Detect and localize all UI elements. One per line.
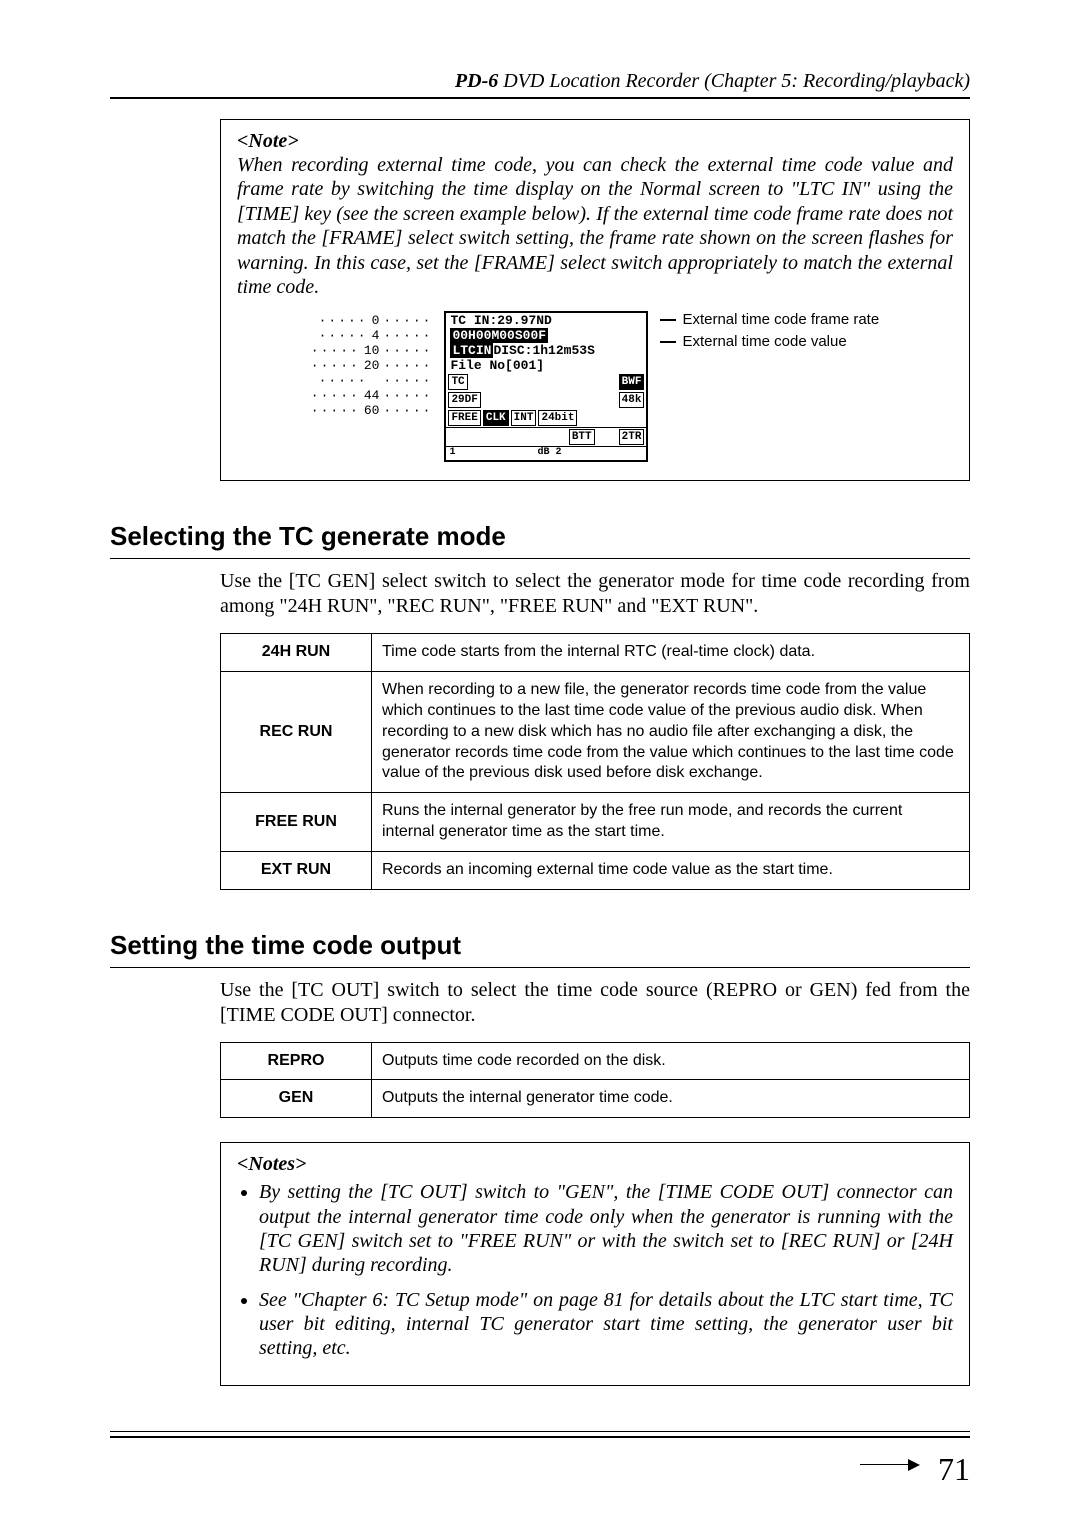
lcd-chip-btt: BTT bbox=[569, 429, 595, 445]
lcd-chip-24bit: 24bit bbox=[538, 410, 577, 426]
page: PD-6 DVD Location Recorder (Chapter 5: R… bbox=[0, 0, 1080, 1528]
table-row: FREE RUNRuns the internal generator by t… bbox=[221, 793, 970, 852]
lcd-chip-29df: 29DF bbox=[448, 392, 480, 408]
footer-arrow-icon bbox=[860, 1457, 920, 1473]
page-number: 71 bbox=[938, 1451, 970, 1488]
lcd-line-tc-in: TC IN:29.97ND bbox=[446, 313, 646, 328]
notes-title: <Notes> bbox=[237, 1153, 953, 1176]
note-item: By setting the [TC OUT] switch to "GEN",… bbox=[259, 1180, 953, 1278]
tc-out-table: REPROOutputs time code recorded on the d… bbox=[220, 1042, 970, 1119]
notes-list: By setting the [TC OUT] switch to "GEN",… bbox=[237, 1180, 953, 1361]
lcd-file-no: File No[001] bbox=[446, 358, 646, 373]
table-row: REPROOutputs time code recorded on the d… bbox=[221, 1042, 970, 1080]
note-title: <Note> bbox=[237, 130, 953, 153]
heading-tc-output: Setting the time code output bbox=[110, 930, 970, 961]
table-row: GENOutputs the internal generator time c… bbox=[221, 1080, 970, 1118]
tc-gen-intro: Use the [TC GEN] select switch to select… bbox=[220, 569, 970, 619]
heading-tc-gen-mode: Selecting the TC generate mode bbox=[110, 521, 970, 552]
lcd-screen: TC IN:29.97ND 00H00M00S00F LTCINDISC:1h1… bbox=[444, 311, 648, 462]
lcd-line-time: 00H00M00S00F bbox=[450, 328, 548, 343]
lcd-chip-2tr: 2TR bbox=[619, 429, 645, 445]
note-box-1: <Note> When recording external time code… bbox=[220, 119, 970, 481]
lcd-chip-clk: CLK bbox=[483, 410, 509, 426]
lcd-disc-remain: DISC:1h12m53S bbox=[493, 343, 594, 358]
lcd-diagram: 0 4 10 20 44 60 TC IN:29.97ND 00H00M00S0… bbox=[237, 311, 953, 462]
table-row: EXT RUNRecords an incoming external time… bbox=[221, 851, 970, 889]
footer-rule bbox=[110, 1431, 970, 1438]
lcd-chip-48k: 48k bbox=[619, 392, 645, 408]
header-model: PD-6 bbox=[455, 70, 498, 92]
lcd-ltcin-tag: LTCIN bbox=[450, 343, 493, 358]
lcd-db-scale: 0 4 10 20 44 60 bbox=[311, 311, 433, 418]
lcd-chip-int: INT bbox=[511, 410, 537, 426]
note-body: When recording external time code, you c… bbox=[237, 153, 953, 299]
note-item: See "Chapter 6: TC Setup mode" on page 8… bbox=[259, 1288, 953, 1361]
table-row: 24H RUNTime code starts from the interna… bbox=[221, 634, 970, 672]
table-row: REC RUNWhen recording to a new file, the… bbox=[221, 672, 970, 793]
tc-out-intro: Use the [TC OUT] switch to select the ti… bbox=[220, 978, 970, 1028]
note-box-2: <Notes> By setting the [TC OUT] switch t… bbox=[220, 1142, 970, 1386]
lcd-chip-tc: TC bbox=[448, 374, 467, 390]
annot-frame-rate: External time code frame rate bbox=[682, 311, 879, 329]
header-rest: DVD Location Recorder (Chapter 5: Record… bbox=[498, 70, 970, 92]
running-header: PD-6 DVD Location Recorder (Chapter 5: R… bbox=[110, 70, 970, 99]
lcd-chip-free: FREE bbox=[448, 410, 480, 426]
annot-tc-value: External time code value bbox=[682, 333, 846, 351]
tc-gen-table: 24H RUNTime code starts from the interna… bbox=[220, 633, 970, 889]
lcd-chip-bwf: BWF bbox=[619, 374, 645, 390]
lcd-bottom-scale: 1 dB 2 bbox=[446, 446, 646, 460]
lcd-annotations: External time code frame rate External t… bbox=[660, 311, 879, 351]
